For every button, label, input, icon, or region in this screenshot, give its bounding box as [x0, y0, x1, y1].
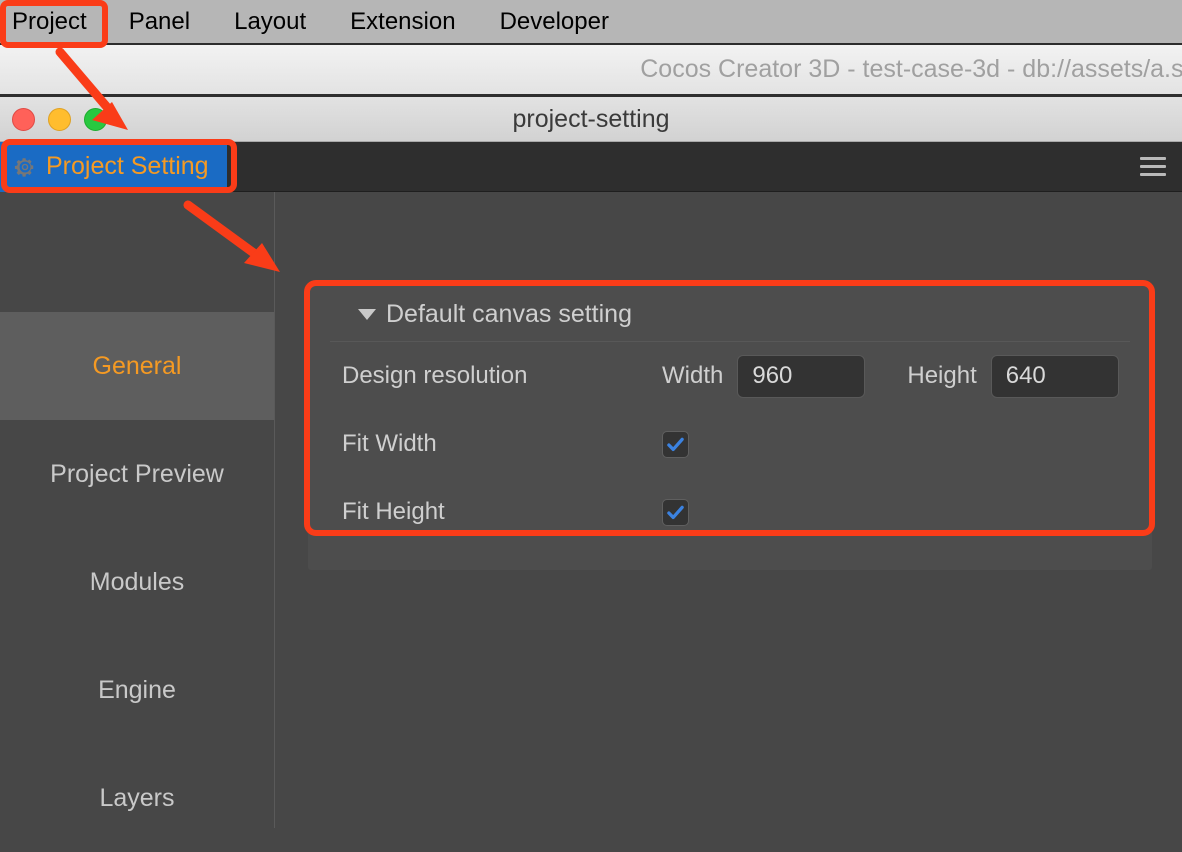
minimize-window-button[interactable] [48, 107, 71, 131]
panel-section-title: Default canvas setting [386, 300, 632, 328]
work-area: General Project Preview Modules Engine L… [0, 192, 1182, 828]
menu-item-panel[interactable]: Panel [107, 0, 212, 43]
hamburger-line [1140, 173, 1166, 176]
sidebar-item-engine[interactable]: Engine [0, 636, 274, 744]
close-window-button[interactable] [12, 107, 35, 131]
width-input[interactable]: 960 [737, 354, 866, 398]
sidebar-item-label: General [92, 351, 182, 380]
settings-sidebar: General Project Preview Modules Engine L… [0, 192, 275, 828]
row-label-fit-width: Fit Width [342, 430, 437, 457]
gear-icon [14, 156, 36, 178]
traffic-lights [0, 107, 107, 131]
tab-project-setting[interactable]: Project Setting [0, 141, 227, 192]
fit-width-checkbox[interactable] [662, 430, 689, 458]
sidebar-item-project-preview[interactable]: Project Preview [0, 420, 274, 528]
checkmark-icon [667, 505, 684, 519]
app-title-bar: Cocos Creator 3D - test-case-3d - db://a… [0, 45, 1182, 97]
sidebar-item-label: Modules [89, 567, 185, 596]
row-label-design-resolution: Design resolution [342, 362, 528, 389]
row-fit-height: Fit Height [308, 478, 1152, 546]
sidebar-item-layers[interactable]: Layers [0, 744, 274, 852]
window-title-text: project-setting [512, 104, 670, 133]
sidebar-item-label: Layers [99, 783, 175, 812]
app-title-text: Cocos Creator 3D - test-case-3d - db://a… [640, 55, 1182, 83]
checkmark-icon [667, 437, 684, 451]
menu-item-extension[interactable]: Extension [328, 0, 477, 43]
maximize-window-button[interactable] [84, 107, 107, 131]
menu-item-developer[interactable]: Developer [478, 0, 631, 43]
menu-item-project[interactable]: Project [0, 0, 107, 43]
row-label-fit-height: Fit Height [342, 498, 445, 525]
sidebar-item-label: Engine [98, 675, 176, 704]
field-label-height: Height [907, 362, 977, 389]
os-menu-bar: Project Panel Layout Extension Developer [0, 0, 1182, 45]
row-fit-width: Fit Width [308, 410, 1152, 478]
hamburger-menu-icon[interactable] [1140, 157, 1166, 176]
hamburger-line [1140, 157, 1166, 160]
sidebar-item-modules[interactable]: Modules [0, 528, 274, 636]
panel-section-header[interactable]: Default canvas setting [330, 294, 1130, 342]
hamburger-line [1140, 165, 1166, 168]
field-label-width: Width [662, 362, 724, 389]
row-design-resolution: Design resolution Width 960 Height 640 [308, 342, 1152, 410]
settings-content: Default canvas setting Design resolution… [275, 192, 1182, 828]
height-input[interactable]: 640 [990, 354, 1119, 398]
tab-strip: Project Setting [0, 141, 1182, 192]
sidebar-item-general[interactable]: General [0, 312, 274, 420]
default-canvas-setting-panel: Default canvas setting Design resolution… [308, 284, 1152, 570]
tab-project-setting-label: Project Setting [46, 152, 209, 180]
sidebar-item-label: Project Preview [50, 459, 224, 488]
fit-height-checkbox[interactable] [662, 498, 689, 526]
chevron-down-icon[interactable] [358, 309, 376, 320]
menu-item-layout[interactable]: Layout [212, 0, 328, 43]
project-setting-window-title-bar: project-setting [0, 97, 1182, 142]
